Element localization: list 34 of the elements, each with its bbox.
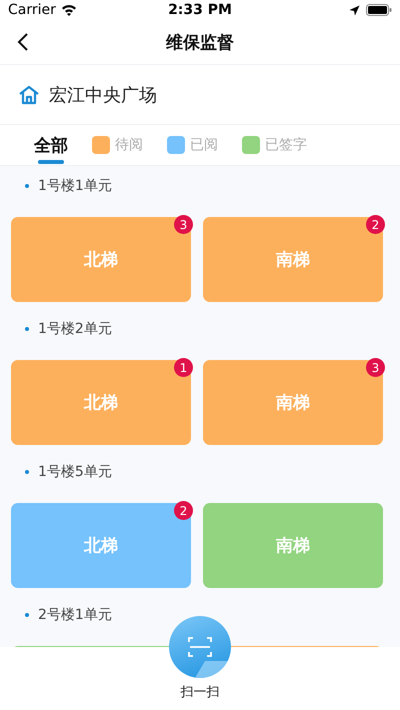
count-badge: 3 [174,215,193,234]
location-name: 宏江中央广场 [49,84,157,106]
building-unit-title: 1号楼5单元 [38,463,112,481]
elevator-card[interactable]: 北梯 1 [11,360,191,445]
elevator-card[interactable]: 南梯 3 [203,360,383,445]
elevator-name: 北梯 [84,249,118,271]
wifi-icon [60,4,77,16]
battery-icon [366,4,392,16]
home-icon [18,84,40,104]
building-unit-title: 1号楼1单元 [38,177,112,195]
building-unit-title: 1号楼2单元 [38,320,112,338]
elevator-card[interactable]: 南梯 2 [203,217,383,302]
count-badge: 1 [174,358,193,377]
bullet-dot [25,470,29,474]
count-badge: 2 [174,501,193,520]
elevator-card[interactable]: 北梯 3 [11,217,191,302]
elevator-name: 南梯 [276,249,310,271]
count-badge: 2 [366,215,385,234]
elevator-name: 南梯 [276,392,310,414]
elevator-name: 北梯 [84,392,118,414]
building-unit-title: 2号楼1单元 [38,606,112,624]
filter-tab[interactable]: 全部 [34,124,68,166]
scan-label: 扫一扫 [180,684,220,701]
count-badge: 3 [366,358,385,377]
carrier-name: Carrier [8,2,56,18]
bullet-dot [25,613,29,617]
elevator-name: 北梯 [84,535,118,557]
time: 2:33 PM [168,2,232,18]
page-title: 维保监督 [166,32,234,54]
location-arrow-icon [349,4,360,16]
bullet-dot [25,327,29,331]
elevator-name: 南梯 [276,535,310,557]
elevator-card[interactable]: 北梯 2 [11,503,191,588]
bullet-dot [25,184,29,188]
